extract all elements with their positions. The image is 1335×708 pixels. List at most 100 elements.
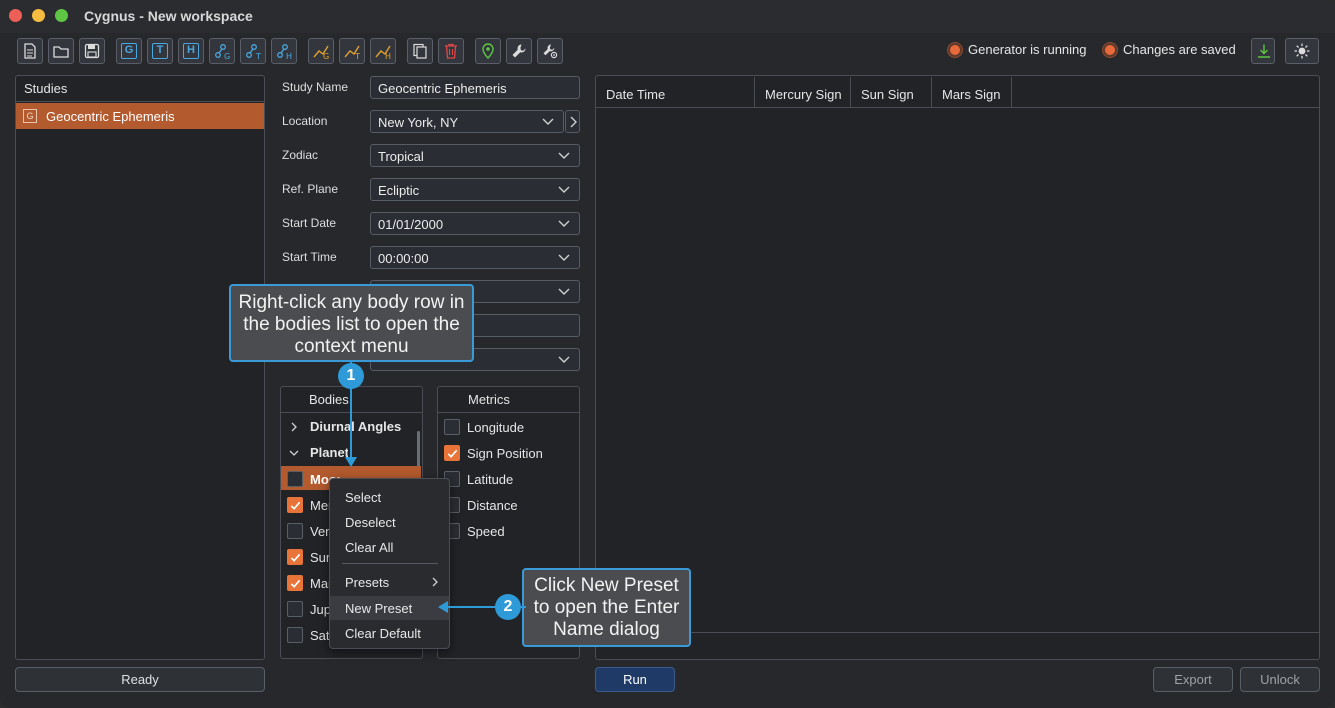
- mars-checkbox[interactable]: [287, 575, 303, 591]
- new-file-icon: [24, 43, 36, 59]
- maximize-window-button[interactable]: [55, 9, 68, 22]
- export-button[interactable]: Export: [1153, 667, 1233, 692]
- saturn-checkbox[interactable]: [287, 627, 303, 643]
- chart-t-button[interactable]: T: [339, 38, 365, 64]
- graph-t-button[interactable]: T: [240, 38, 266, 64]
- jupiter-label: Jupiter: [310, 602, 329, 617]
- duplicate-button[interactable]: [407, 38, 433, 64]
- generator-status-text: Generator is running: [968, 42, 1087, 57]
- menu-item-select[interactable]: Select: [330, 485, 449, 509]
- save-icon: [84, 43, 100, 59]
- chart-g-button[interactable]: G: [308, 38, 334, 64]
- folder-icon: [53, 46, 69, 58]
- table-footer-divider: [596, 632, 1319, 633]
- mercury-checkbox[interactable]: [287, 497, 303, 513]
- zodiac-select[interactable]: Tropical: [370, 144, 580, 167]
- study-name-value: Geocentric Ephemeris: [378, 81, 507, 96]
- t-study-icon: T: [152, 43, 168, 59]
- location-value: New York, NY: [378, 115, 459, 130]
- group-planets[interactable]: Planets: [288, 445, 348, 461]
- moon-checkbox[interactable]: [287, 471, 303, 487]
- studies-header: Studies: [16, 76, 264, 102]
- node-graph-t-icon: T: [246, 44, 261, 60]
- zodiac-value: Tropical: [378, 149, 424, 164]
- close-window-button[interactable]: [9, 9, 22, 22]
- run-button[interactable]: Run: [595, 667, 675, 692]
- column-date-time[interactable]: Date Time: [596, 77, 755, 107]
- mars-label: Mars: [310, 576, 329, 591]
- chevron-down-icon: [558, 186, 570, 193]
- node-graph-g-icon: G: [215, 44, 230, 60]
- open-folder-button[interactable]: [48, 38, 74, 64]
- location-expand-button[interactable]: [565, 110, 580, 133]
- column-sun-sign[interactable]: Sun Sign: [851, 77, 932, 107]
- svg-text:G: G: [224, 52, 230, 60]
- svg-text:T: T: [255, 52, 261, 60]
- jupiter-checkbox[interactable]: [287, 601, 303, 617]
- results-panel: [595, 75, 1320, 660]
- menu-item-deselect[interactable]: Deselect: [330, 510, 449, 534]
- venus-label: Venus: [310, 524, 329, 539]
- trash-icon: [445, 43, 457, 59]
- download-button[interactable]: [1251, 38, 1275, 64]
- longitude-checkbox[interactable]: [444, 419, 460, 435]
- location-button[interactable]: [475, 38, 501, 64]
- graph-h-button[interactable]: H: [271, 38, 297, 64]
- chevron-down-icon: [558, 152, 570, 159]
- save-button[interactable]: [79, 38, 105, 64]
- minimize-window-button[interactable]: [32, 9, 45, 22]
- new-t-study-button[interactable]: T: [147, 38, 173, 64]
- start-time-value: 00:00:00: [378, 251, 429, 266]
- window-title: Cygnus - New workspace: [84, 8, 253, 24]
- studies-panel: Studies: [15, 75, 265, 660]
- app-window: Cygnus - New workspace G T H G T H G T H…: [0, 0, 1335, 708]
- settings-button[interactable]: [506, 38, 532, 64]
- svg-text:G: G: [323, 52, 329, 60]
- node-graph-h-icon: H: [277, 44, 292, 60]
- chevron-down-icon: [558, 288, 570, 295]
- new-file-button[interactable]: [17, 38, 43, 64]
- menu-item-presets[interactable]: Presets: [330, 570, 449, 594]
- location-select[interactable]: New York, NY: [370, 110, 564, 133]
- new-g-study-button[interactable]: G: [116, 38, 142, 64]
- callout-step-2: Click New Preset to open the Enter Name …: [522, 568, 691, 647]
- advanced-settings-button[interactable]: [537, 38, 563, 64]
- study-name-input[interactable]: Geocentric Ephemeris: [370, 76, 580, 99]
- delete-button[interactable]: [438, 38, 464, 64]
- menu-item-clear-default[interactable]: Clear Default: [330, 621, 449, 645]
- save-status-indicator: [1103, 43, 1117, 57]
- start-date-select[interactable]: 01/01/2000: [370, 212, 580, 235]
- start-time-select[interactable]: 00:00:00: [370, 246, 580, 269]
- svg-text:H: H: [385, 52, 391, 60]
- theme-toggle-button[interactable]: [1285, 38, 1319, 64]
- check-icon: [290, 553, 301, 562]
- speed-label: Speed: [467, 524, 505, 539]
- menu-item-clear-all[interactable]: Clear All: [330, 535, 449, 559]
- svg-text:H: H: [286, 52, 292, 60]
- trend-h-icon: H: [375, 45, 391, 60]
- download-icon: [1258, 44, 1270, 58]
- mercury-label: Mercury: [310, 498, 329, 513]
- study-item[interactable]: G Geocentric Ephemeris: [16, 103, 264, 129]
- distance-label: Distance: [467, 498, 518, 513]
- chevron-down-icon: [558, 220, 570, 227]
- new-h-study-button[interactable]: H: [178, 38, 204, 64]
- sign-position-checkbox[interactable]: [444, 445, 460, 461]
- step-badge-2: 2: [495, 594, 521, 620]
- unlock-button[interactable]: Unlock: [1240, 667, 1320, 692]
- menu-item-new-preset[interactable]: New Preset: [330, 596, 449, 620]
- map-pin-icon: [482, 43, 494, 59]
- save-status-text: Changes are saved: [1123, 42, 1236, 57]
- ref-plane-select[interactable]: Ecliptic: [370, 178, 580, 201]
- column-mercury-sign[interactable]: Mercury Sign: [755, 77, 851, 107]
- chevron-right-icon: [291, 422, 297, 432]
- start-time-label: Start Time: [282, 250, 337, 264]
- venus-checkbox[interactable]: [287, 523, 303, 539]
- latitude-label: Latitude: [467, 472, 514, 487]
- graph-g-button[interactable]: G: [209, 38, 235, 64]
- metrics-header: Metrics: [438, 387, 579, 413]
- check-icon: [290, 501, 301, 510]
- column-mars-sign[interactable]: Mars Sign: [932, 77, 1012, 107]
- sun-checkbox[interactable]: [287, 549, 303, 565]
- chart-h-button[interactable]: H: [370, 38, 396, 64]
